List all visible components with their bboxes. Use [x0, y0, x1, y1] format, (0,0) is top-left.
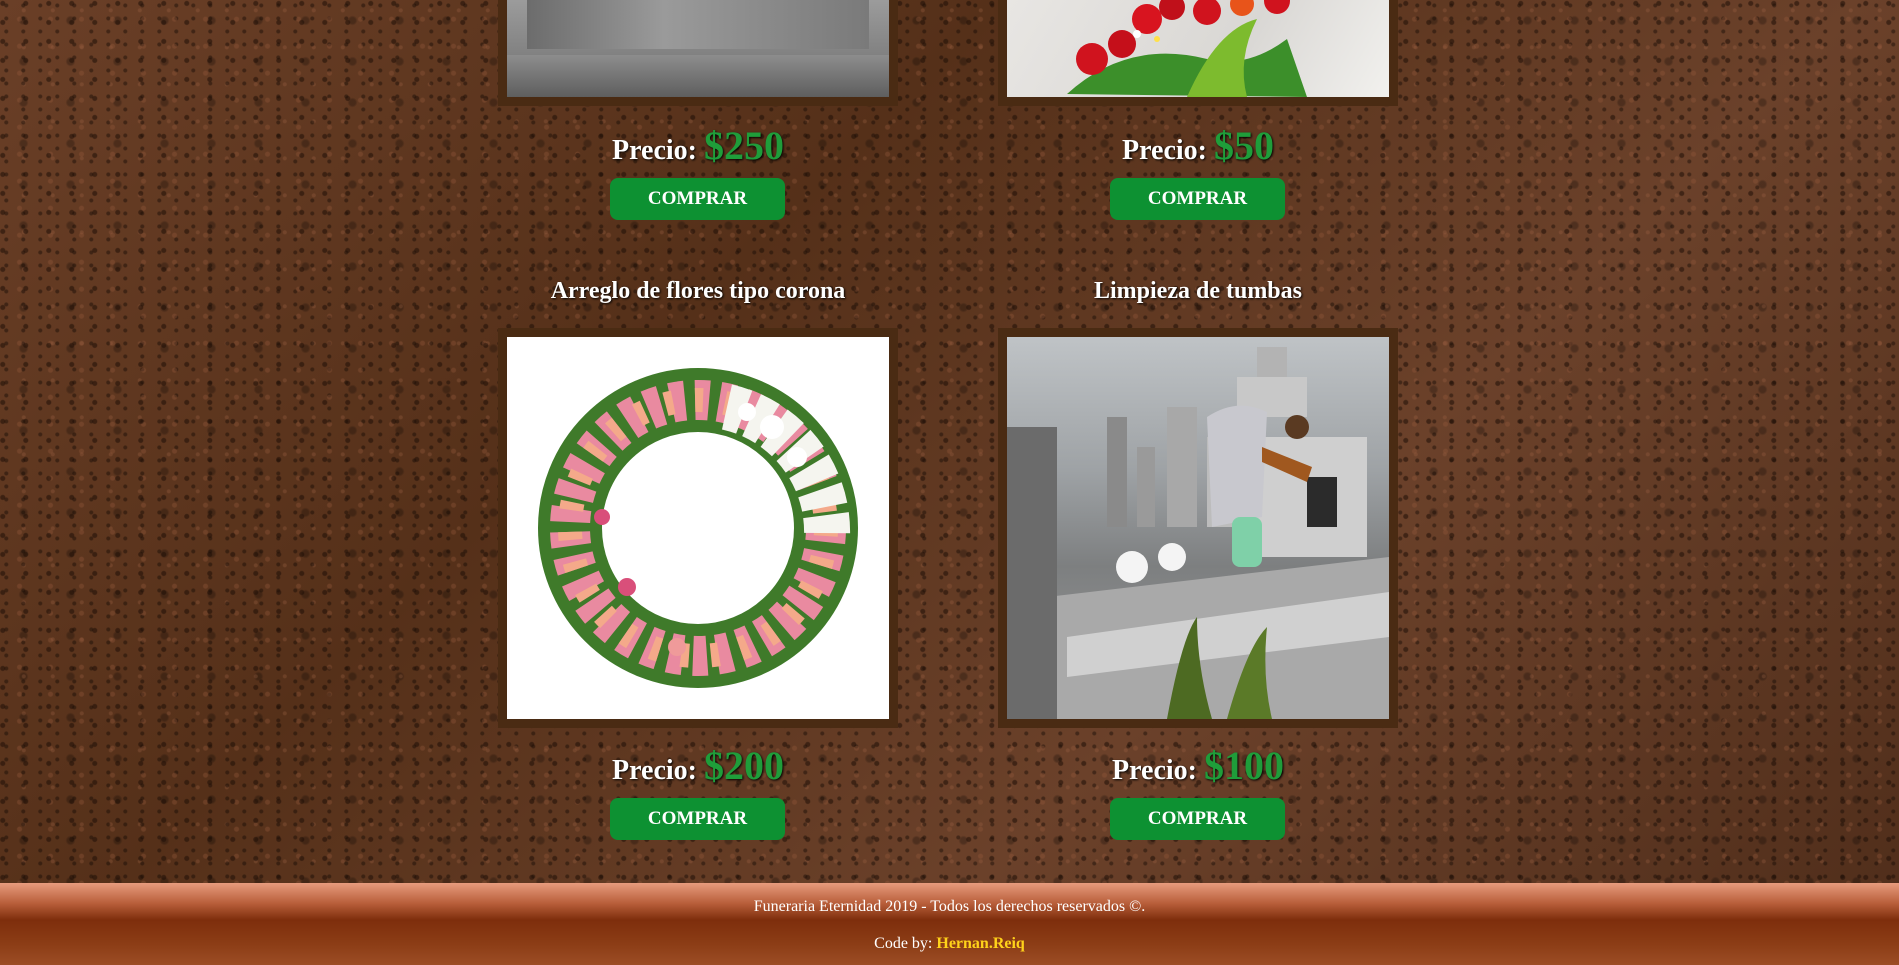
product-image-frame	[998, 0, 1398, 106]
product-image-frame	[998, 328, 1398, 728]
footer-copyright: Funeraria Eternidad 2019 - Todos los der…	[753, 898, 1146, 915]
flower-wreath-image	[507, 337, 889, 719]
flower-arrangement-image	[1007, 0, 1389, 97]
buy-button[interactable]: COMPRAR	[610, 178, 785, 220]
product-title: Limpieza de tumbas	[1093, 278, 1302, 304]
price-amount: $200	[703, 743, 784, 788]
price-amount: $50	[1213, 123, 1274, 168]
buy-button[interactable]: COMPRAR	[1110, 178, 1285, 220]
price-amount: $250	[703, 123, 784, 168]
product-title: Arreglo de flores tipo corona	[550, 278, 846, 304]
tombstone-image	[507, 0, 889, 97]
author-name[interactable]: Hernan.Reiq	[936, 935, 1024, 952]
product-price: Precio: $50	[1122, 123, 1274, 168]
page-footer: Funeraria Eternidad 2019 - Todos los der…	[0, 883, 1899, 965]
product-price: Precio: $250	[612, 123, 784, 168]
code-by-label: Code by:	[874, 935, 933, 952]
footer-credits: Code by: Hernan.Reiq	[0, 935, 1899, 953]
tomb-cleaning-image	[1007, 337, 1389, 719]
buy-button[interactable]: COMPRAR	[610, 798, 785, 840]
product-image-frame	[498, 328, 898, 728]
product-price: Precio: $200	[612, 743, 784, 788]
product-image-frame	[498, 0, 898, 106]
price-amount: $100	[1203, 743, 1284, 788]
product-price: Precio: $100	[1112, 743, 1284, 788]
buy-button[interactable]: COMPRAR	[1110, 798, 1285, 840]
